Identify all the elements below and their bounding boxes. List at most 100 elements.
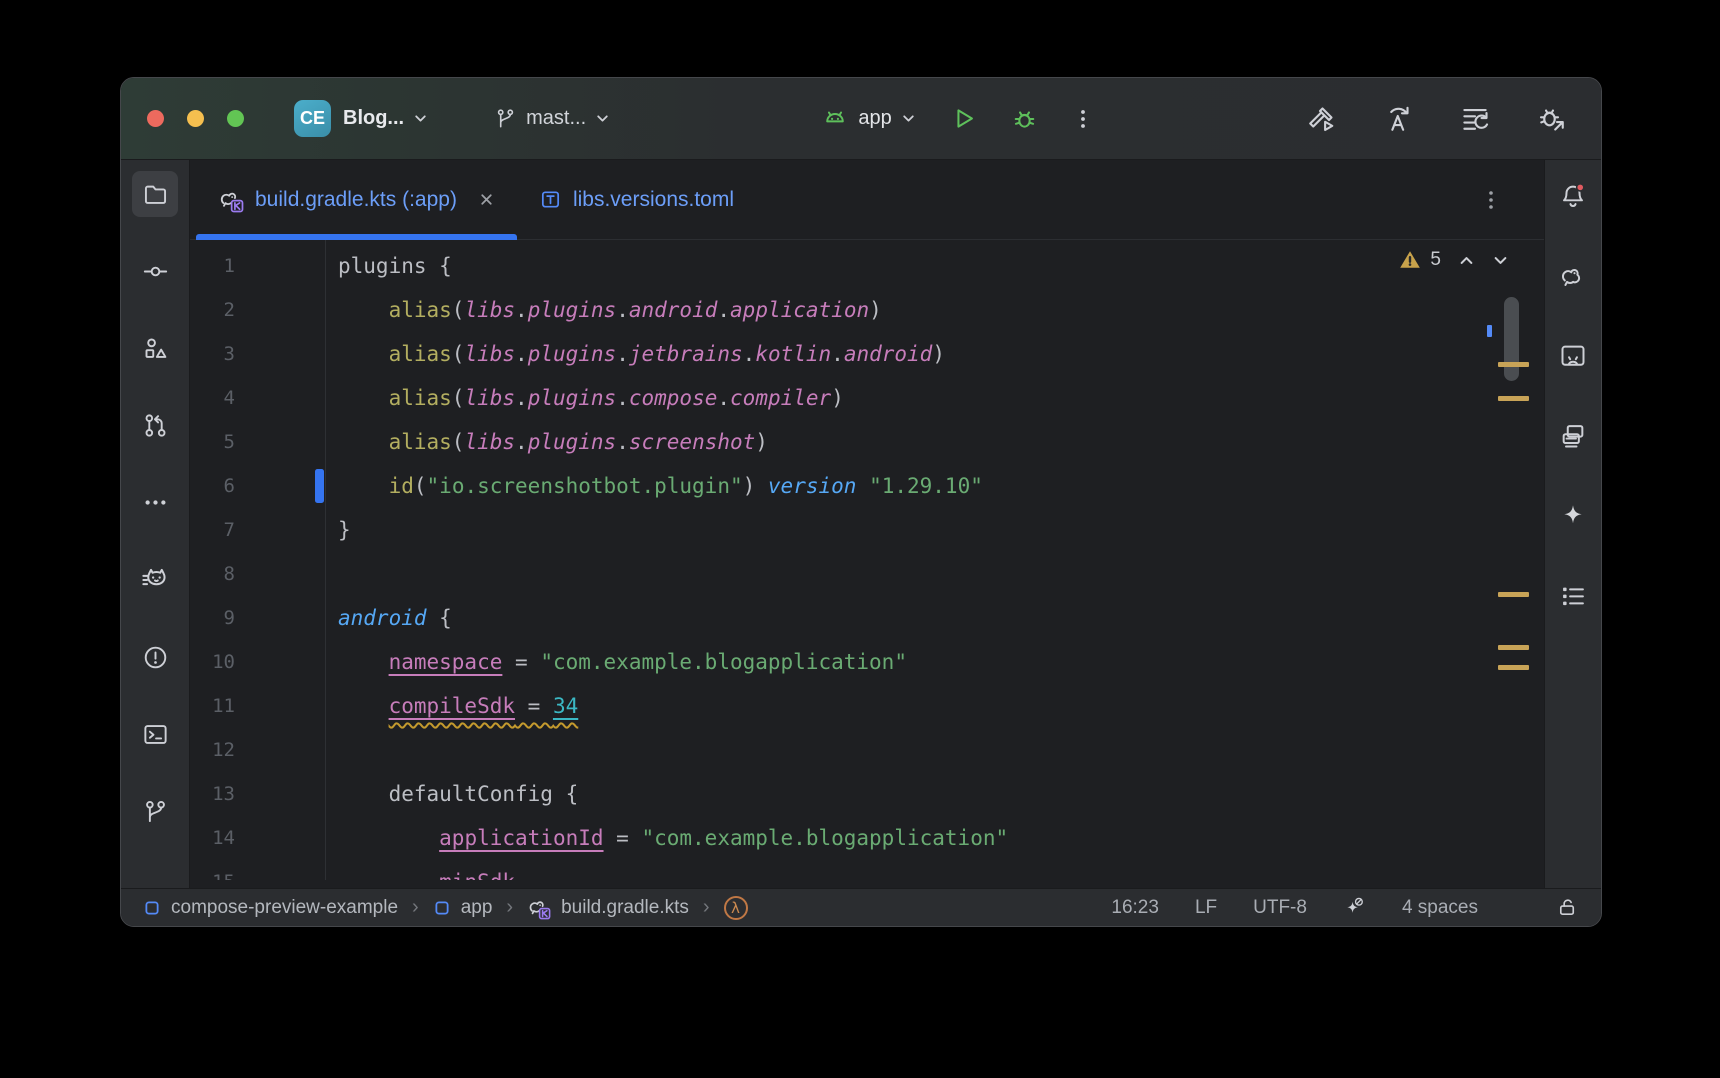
close-tab-icon[interactable]	[478, 191, 495, 208]
sidebar-item-device-manager[interactable]	[1551, 414, 1595, 458]
branch-widget[interactable]: mast...	[494, 107, 610, 130]
code-line[interactable]: id("io.screenshotbot.plugin") version "1…	[338, 464, 1544, 508]
code-token: .	[515, 342, 528, 366]
warning-stripe-mark[interactable]	[1498, 592, 1529, 597]
breadcrumb-separator: ›	[701, 896, 712, 919]
run-button[interactable]	[950, 105, 977, 132]
ai-sparkle-disabled-icon[interactable]	[1343, 896, 1366, 919]
sidebar-item-problems[interactable]	[132, 634, 178, 680]
indent-setting[interactable]: 4 spaces	[1402, 897, 1478, 919]
line-number[interactable]: 9	[190, 596, 325, 640]
breadcrumb-project[interactable]: compose-preview-example	[143, 897, 398, 919]
breadcrumb-module[interactable]: app	[433, 897, 493, 919]
cursor-position[interactable]: 16:23	[1111, 897, 1159, 919]
inspection-widget[interactable]: 5	[1398, 248, 1509, 272]
code-line[interactable]: }	[338, 508, 1544, 552]
warning-stripe-mark[interactable]	[1498, 645, 1529, 650]
code-token: (	[414, 474, 427, 498]
code-area[interactable]: plugins { alias(libs.plugins.android.app…	[326, 240, 1544, 880]
line-number[interactable]: 12	[190, 728, 325, 772]
line-number[interactable]: 11	[190, 684, 325, 728]
project-widget[interactable]: Blog...	[343, 107, 428, 130]
line-number[interactable]: 13	[190, 772, 325, 816]
tab-build-gradle-kts[interactable]: build.gradle.kts (:app)	[196, 160, 517, 239]
code-line[interactable]: alias(libs.plugins.jetbrains.kotlin.andr…	[338, 332, 1544, 376]
lambda-glyph: λ	[731, 899, 740, 917]
code-token: kotlin	[755, 342, 831, 366]
more-actions-button[interactable]	[1072, 106, 1094, 132]
code-line[interactable]: defaultConfig {	[338, 772, 1544, 816]
code-token: )	[755, 430, 768, 454]
attach-debugger-icon[interactable]	[1537, 104, 1567, 134]
status-bar: compose-preview-example › app › build.gr…	[121, 888, 1601, 926]
line-number[interactable]: 15	[190, 860, 325, 880]
lambda-element-icon[interactable]: λ	[724, 896, 748, 920]
line-number[interactable]: 6	[190, 464, 325, 508]
code-line[interactable]: compileSdk = 34	[338, 684, 1544, 728]
code-line[interactable]	[338, 728, 1544, 772]
sidebar-item-running-devices[interactable]	[1551, 334, 1595, 378]
line-number[interactable]: 2	[190, 288, 325, 332]
code-line[interactable]: applicationId = "com.example.blogapplica…	[338, 816, 1544, 860]
sidebar-item-version-control[interactable]	[132, 788, 178, 834]
run-configuration-select[interactable]: app	[858, 107, 915, 130]
debug-button[interactable]	[1011, 105, 1038, 132]
sync-lines-icon[interactable]	[1460, 104, 1490, 134]
code-line[interactable]: alias(libs.plugins.screenshot)	[338, 420, 1544, 464]
line-number[interactable]: 8	[190, 552, 325, 596]
code-token	[338, 474, 389, 498]
restart-letter-a-icon[interactable]	[1383, 104, 1413, 134]
scrollbar-thumb[interactable]	[1504, 297, 1519, 381]
sidebar-item-gradle[interactable]	[1551, 254, 1595, 298]
close-window-button[interactable]	[147, 110, 164, 127]
line-number[interactable]: 10	[190, 640, 325, 684]
warning-stripe-mark[interactable]	[1498, 665, 1529, 670]
sidebar-item-terminal[interactable]	[132, 711, 178, 757]
line-number[interactable]: 4	[190, 376, 325, 420]
code-line[interactable]: minSdk	[338, 860, 1544, 880]
code-line[interactable]: alias(libs.plugins.android.application)	[338, 288, 1544, 332]
pull-request-icon	[142, 412, 169, 439]
line-separator[interactable]: LF	[1195, 897, 1217, 919]
sidebar-item-more[interactable]	[132, 479, 178, 525]
tab-libs-versions-toml[interactable]: libs.versions.toml	[517, 160, 756, 239]
zoom-window-button[interactable]	[227, 110, 244, 127]
run-configuration-label: app	[858, 107, 891, 130]
line-number[interactable]: 3	[190, 332, 325, 376]
line-number[interactable]: 1	[190, 244, 325, 288]
window-controls	[147, 110, 244, 127]
code-line[interactable]: android {	[338, 596, 1544, 640]
sidebar-item-notifications[interactable]	[1551, 174, 1595, 218]
right-tool-stripe	[1544, 160, 1601, 888]
sidebar-item-pull-requests[interactable]	[132, 402, 178, 448]
sidebar-item-gemini[interactable]	[1551, 494, 1595, 538]
code-line[interactable]: plugins {	[338, 244, 1544, 288]
unlocked-padlock-icon[interactable]	[1556, 896, 1579, 919]
code-token: namespace	[389, 650, 503, 674]
workspace: build.gradle.kts (:app) libs.versions.to…	[121, 160, 1601, 888]
sidebar-item-logcat[interactable]	[132, 557, 178, 603]
code-token: alias	[389, 342, 452, 366]
sidebar-item-structure[interactable]	[132, 325, 178, 371]
code-line[interactable]	[338, 552, 1544, 596]
file-encoding[interactable]: UTF-8	[1253, 897, 1307, 919]
tab-options-button[interactable]	[1480, 160, 1502, 239]
code-editor[interactable]: 123456789101112131415 plugins { alias(li…	[190, 240, 1544, 880]
code-line[interactable]: alias(libs.plugins.compose.compiler)	[338, 376, 1544, 420]
breadcrumb-file[interactable]: build.gradle.kts	[527, 896, 689, 920]
line-number[interactable]: 5	[190, 420, 325, 464]
line-number[interactable]: 7	[190, 508, 325, 552]
code-line[interactable]: namespace = "com.example.blogapplication…	[338, 640, 1544, 684]
prev-warning-chevron-up-icon[interactable]	[1458, 252, 1475, 269]
build-hammer-icon[interactable]	[1306, 104, 1336, 134]
minimize-window-button[interactable]	[187, 110, 204, 127]
sidebar-item-structure-list[interactable]	[1551, 574, 1595, 618]
warning-stripe-mark[interactable]	[1498, 396, 1529, 401]
next-warning-chevron-down-icon[interactable]	[1492, 252, 1509, 269]
code-token: .	[515, 430, 528, 454]
terminal-icon	[142, 721, 169, 748]
sidebar-item-commit[interactable]	[132, 248, 178, 294]
warning-stripe-mark[interactable]	[1498, 362, 1529, 367]
line-number[interactable]: 14	[190, 816, 325, 860]
sidebar-item-project[interactable]	[132, 171, 178, 217]
